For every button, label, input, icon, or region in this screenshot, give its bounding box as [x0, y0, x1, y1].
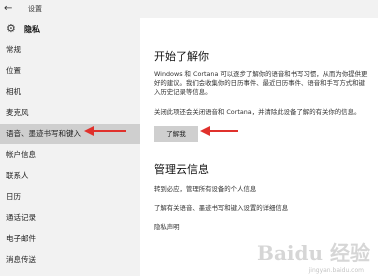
annotation-arrow-button-icon [200, 126, 238, 136]
sidebar-item-account-info[interactable]: 帐户信息 [0, 145, 140, 165]
get-to-know-me-button[interactable]: 了解我 [154, 126, 198, 142]
sidebar: 常规 位置 相机 麦克风 语音、墨迹书写和键入 帐户信息 联系人 日历 通话记录… [0, 40, 140, 276]
sidebar-item-microphone[interactable]: 麦克风 [0, 103, 140, 123]
watermark-url: jingyan.baidu.com [308, 267, 364, 274]
sidebar-item-email[interactable]: 电子邮件 [0, 229, 140, 249]
section-description: Windows 和 Cortana 可以逐步了解你的语音和书写习惯，从而为你提供… [154, 70, 368, 96]
section-title-get-to-know-you: 开始了解你 [154, 50, 209, 63]
title-bar: ← 设置 [0, 0, 378, 18]
link-bing-manage-info[interactable]: 转到必应，管理所有设备的个人信息 [154, 184, 256, 193]
sidebar-item-call-history[interactable]: 通话记录 [0, 208, 140, 228]
sidebar-item-location[interactable]: 位置 [0, 61, 140, 81]
gear-icon: ⚙ [6, 22, 16, 35]
page-header: ⚙ 隐私 [0, 18, 140, 40]
sidebar-item-messaging[interactable]: 消息传送 [0, 250, 140, 270]
watermark: Baidu 经验 [257, 241, 370, 265]
annotation-arrow-sidebar-icon [84, 126, 126, 136]
link-learn-more-speech-settings[interactable]: 了解有关语音、墨迹书写和键入设置的详细信息 [154, 203, 288, 212]
link-privacy-statement[interactable]: 隐私声明 [154, 222, 180, 231]
sidebar-item-contacts[interactable]: 联系人 [0, 166, 140, 186]
section-description-2: 关闭此项还会关闭语音和 Cortana，并清除此设备了解的有关你的信息。 [154, 108, 361, 116]
sidebar-item-camera[interactable]: 相机 [0, 82, 140, 102]
window-title: 设置 [28, 5, 42, 13]
back-arrow-icon[interactable]: ← [4, 2, 12, 16]
sidebar-item-general[interactable]: 常规 [0, 40, 140, 60]
sidebar-item-calendar[interactable]: 日历 [0, 187, 140, 207]
section-title-manage-cloud-info: 管理云信息 [154, 163, 209, 176]
page-title: 隐私 [24, 25, 40, 34]
